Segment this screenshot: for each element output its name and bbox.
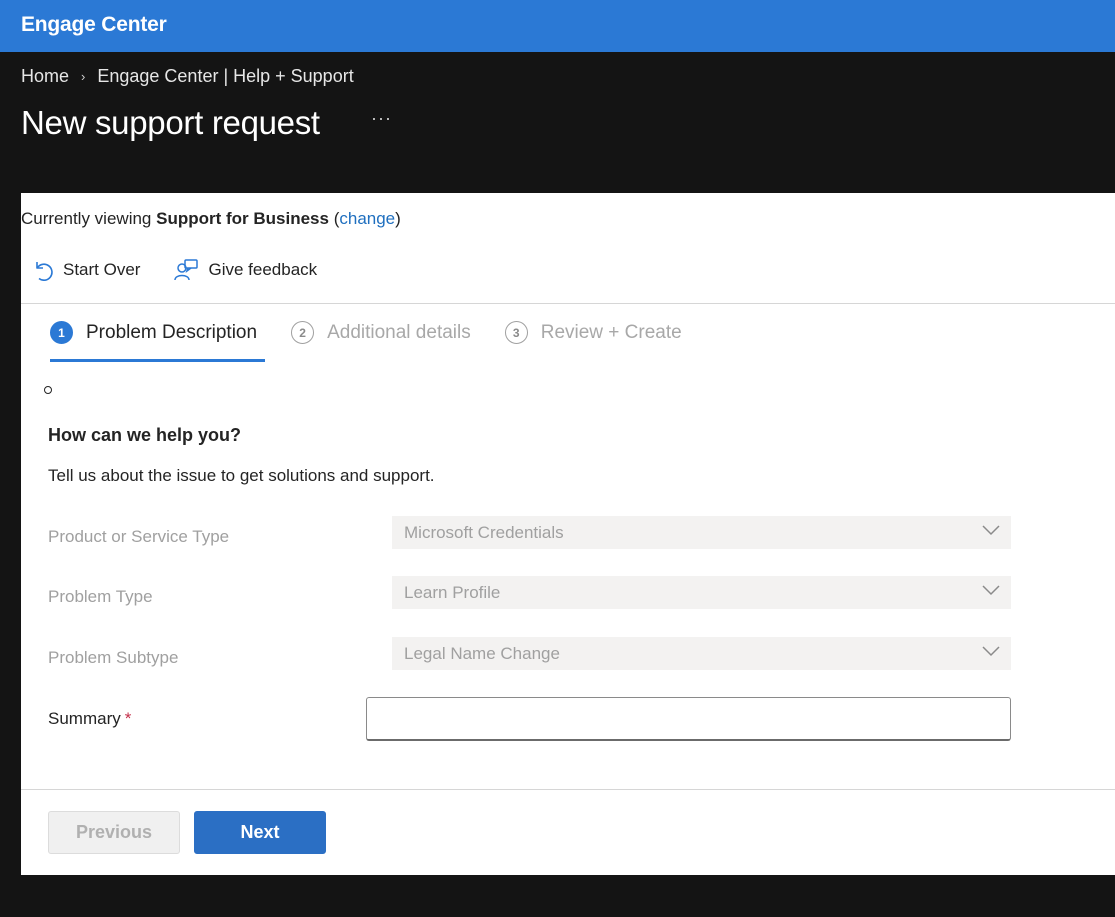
active-step-indicator [50, 359, 265, 362]
support-request-panel: Currently viewing Support for Business (… [21, 193, 1115, 875]
problem-type-value: Learn Profile [404, 582, 501, 602]
breadcrumb-current[interactable]: Engage Center | Help + Support [97, 66, 353, 87]
chevron-down-icon [982, 525, 1000, 536]
start-over-button[interactable]: Start Over [21, 259, 140, 281]
chevron-down-icon [982, 585, 1000, 596]
product-type-label: Product or Service Type [48, 527, 230, 546]
step-label-1: Problem Description [86, 321, 258, 343]
start-over-label: Start Over [63, 260, 141, 279]
step-review-create[interactable]: 3 Review + Create [504, 321, 682, 344]
problem-type-label: Problem Type [48, 587, 153, 606]
step-number-1: 1 [50, 321, 73, 344]
bullet-circle-icon [44, 386, 52, 394]
give-feedback-button[interactable]: Give feedback [162, 259, 317, 281]
step-label-2: Additional details [327, 321, 471, 343]
refresh-icon [36, 262, 53, 281]
step-label-3: Review + Create [540, 321, 682, 343]
problem-subtype-label: Problem Subtype [48, 648, 179, 667]
viewing-prefix: Currently viewing [21, 209, 157, 228]
wizard-steps: 1 Problem Description 2 Additional detai… [50, 321, 716, 362]
problem-subtype-value: Legal Name Change [404, 643, 560, 663]
previous-button[interactable]: Previous [48, 811, 180, 854]
viewing-context: Currently viewing Support for Business (… [21, 209, 401, 229]
more-options-icon[interactable]: ··· [371, 108, 392, 129]
top-bar: Engage Center [0, 0, 1115, 52]
breadcrumb-home[interactable]: Home [21, 66, 69, 87]
step-number-2: 2 [291, 321, 315, 344]
viewing-open-paren: ( [328, 209, 340, 228]
app-title: Engage Center [21, 13, 167, 36]
command-bar-divider [21, 303, 1115, 304]
page-title: New support request [21, 104, 320, 141]
step-additional-details[interactable]: 2 Additional details [291, 321, 471, 344]
breadcrumb-separator-icon: › [81, 69, 86, 84]
command-bar: Start Over Give feedback [21, 259, 339, 281]
summary-label: Summary * [48, 709, 131, 729]
viewing-context-name: Support for Business [156, 209, 329, 228]
form-title: How can we help you? [48, 425, 242, 445]
breadcrumb: Home › Engage Center | Help + Support [21, 66, 354, 87]
summary-label-text: Summary [48, 709, 121, 728]
product-type-dropdown[interactable]: Microsoft Credentials [392, 516, 1011, 549]
viewing-close-paren: ) [395, 209, 401, 228]
change-link[interactable]: change [339, 209, 395, 228]
next-button[interactable]: Next [194, 811, 326, 854]
summary-input[interactable] [366, 697, 1011, 741]
chevron-down-icon [982, 646, 1000, 657]
required-mark: * [124, 709, 132, 728]
step-number-3: 3 [504, 321, 528, 344]
form-description: Tell us about the issue to get solutions… [48, 466, 435, 485]
step-problem-description[interactable]: 1 Problem Description [50, 321, 265, 362]
problem-type-dropdown[interactable]: Learn Profile [392, 576, 1011, 609]
problem-subtype-dropdown[interactable]: Legal Name Change [392, 637, 1011, 670]
give-feedback-label: Give feedback [208, 260, 318, 279]
product-type-value: Microsoft Credentials [404, 522, 564, 542]
footer-divider [21, 789, 1115, 790]
feedback-icon [174, 259, 199, 281]
